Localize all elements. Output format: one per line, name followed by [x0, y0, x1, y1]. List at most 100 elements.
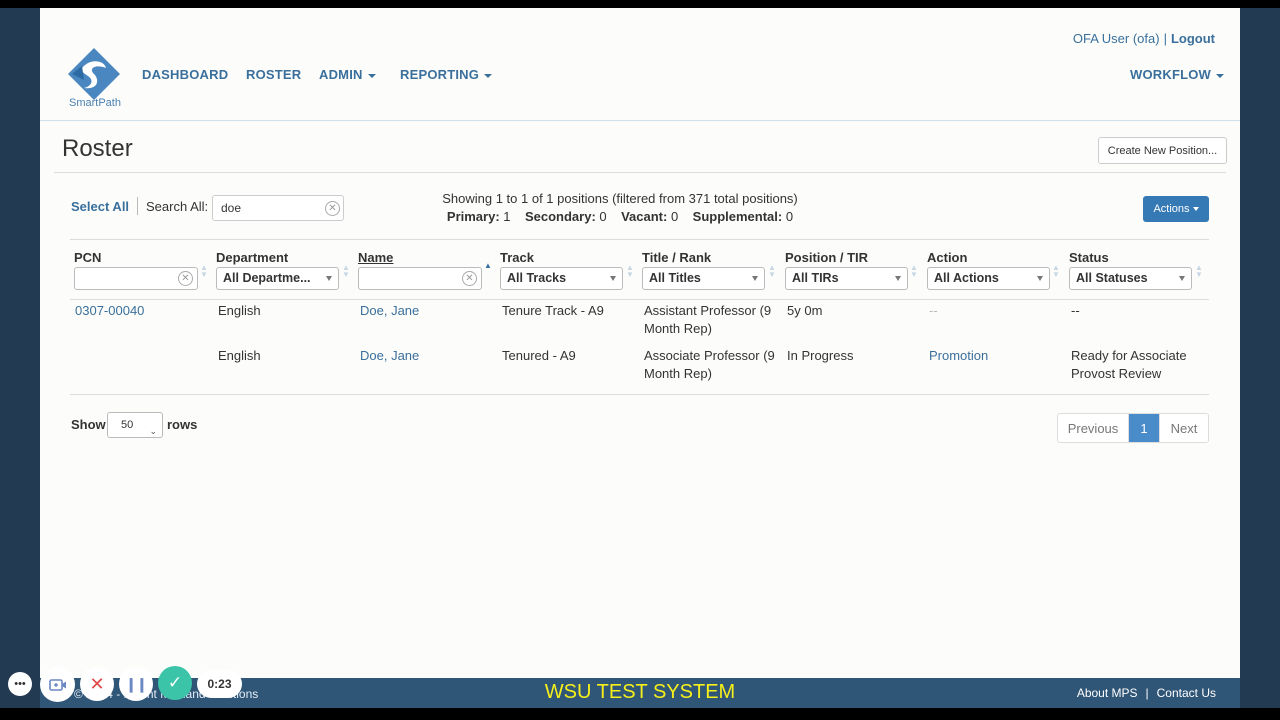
nav-workflow-label: WORKFLOW	[1130, 67, 1212, 82]
footer-separator: |	[1145, 686, 1149, 700]
logout-link[interactable]: Logout	[1171, 31, 1215, 46]
chevron-down-icon	[367, 73, 376, 78]
recorder-menu-icon[interactable]: •••	[8, 672, 32, 696]
dropdown-arrow-icon	[1037, 276, 1043, 281]
rows-per-page-select[interactable]: 50 ⌄	[107, 412, 163, 438]
supplemental-count: 0	[785, 209, 794, 224]
actions-button[interactable]: Actions	[1143, 196, 1209, 222]
rows-label: rows	[167, 417, 198, 432]
department-filter-select[interactable]: All Departme...	[216, 267, 339, 290]
name-link[interactable]: Doe, Jane	[360, 347, 419, 365]
pagination: Previous 1 Next	[1057, 413, 1209, 443]
status-filter-value: All Statuses	[1076, 271, 1148, 285]
chevron-down-icon: ⌄	[149, 426, 157, 436]
sort-ascending-icon[interactable]: ▲	[484, 262, 492, 270]
page-1-button[interactable]: 1	[1129, 414, 1159, 442]
clear-search-icon[interactable]: ✕	[325, 201, 340, 216]
dropdown-arrow-icon	[1179, 276, 1185, 281]
sort-icon[interactable]: ▲ ▼	[342, 264, 350, 279]
vacant-label: Vacant:	[621, 209, 668, 224]
showing-info: Showing 1 to 1 of 1 positions (filtered …	[442, 191, 798, 206]
nav-dashboard[interactable]: DASHBOARD	[142, 67, 228, 82]
show-label: Show	[71, 417, 106, 432]
clear-pcn-filter-icon[interactable]: ✕	[178, 271, 193, 286]
app-page: SmartPath DASHBOARD ROSTER ADMIN REPORTI…	[40, 8, 1240, 678]
title-cell-line1: Assistant Professor (9	[644, 303, 772, 318]
title-divider	[54, 172, 1226, 173]
chevron-down-icon	[1192, 207, 1199, 211]
user-bar: OFA User (ofa) | Logout	[1073, 31, 1215, 46]
status-cell-line1: Ready for Associate	[1071, 348, 1187, 363]
camera-icon[interactable]	[40, 667, 75, 702]
next-page-button[interactable]: Next	[1159, 414, 1208, 442]
secondary-label: Secondary:	[524, 209, 596, 224]
pcn-link[interactable]: 0307-00040	[75, 302, 144, 320]
department-cell: English	[218, 303, 261, 318]
title-filter-value: All Titles	[649, 271, 701, 285]
dropdown-arrow-icon	[610, 276, 616, 281]
position-counts: Primary: 1 Secondary: 0 Vacant: 0 Supple…	[420, 209, 820, 224]
nav-roster[interactable]: ROSTER	[246, 67, 301, 82]
secondary-count: 0	[599, 209, 607, 224]
chevron-down-icon	[484, 73, 493, 78]
bottom-black-bar	[0, 708, 1280, 720]
column-header-position-tir[interactable]: Position / TIR	[785, 250, 868, 265]
column-header-name[interactable]: Name	[358, 250, 393, 265]
logo-text: SmartPath	[69, 97, 121, 109]
action-filter-value: All Actions	[934, 271, 999, 285]
track-filter-select[interactable]: All Tracks	[500, 267, 623, 290]
title-filter-select[interactable]: All Titles	[642, 267, 765, 290]
column-header-pcn[interactable]: PCN	[74, 250, 101, 265]
sort-icon[interactable]: ▲ ▼	[910, 264, 918, 279]
top-black-bar	[0, 0, 1280, 8]
column-header-department[interactable]: Department	[216, 250, 288, 265]
user-separator: |	[1163, 31, 1167, 46]
column-header-status[interactable]: Status	[1069, 250, 1109, 265]
chevron-down-icon	[1216, 73, 1225, 78]
nav-admin[interactable]: ADMIN	[319, 67, 376, 82]
nav-admin-label: ADMIN	[319, 67, 363, 82]
previous-page-button[interactable]: Previous	[1058, 414, 1129, 442]
user-name[interactable]: OFA User (ofa)	[1073, 31, 1160, 46]
nav-reporting[interactable]: REPORTING	[400, 67, 493, 82]
department-cell: English	[218, 348, 261, 363]
sort-icon[interactable]: ▲ ▼	[1052, 264, 1060, 279]
sort-icon[interactable]: ▲ ▼	[200, 264, 208, 279]
track-cell: Tenured - A9	[502, 348, 576, 363]
page-title: Roster	[62, 135, 133, 162]
sort-icon[interactable]: ▲ ▼	[1195, 264, 1203, 279]
status-filter-select[interactable]: All Statuses	[1069, 267, 1192, 290]
column-header-title-rank[interactable]: Title / Rank	[642, 250, 711, 265]
tir-cell: 5y 0m	[787, 303, 823, 318]
clear-name-filter-icon[interactable]: ✕	[462, 271, 477, 286]
tir-filter-select[interactable]: All TIRs	[785, 267, 908, 290]
rows-per-page-value: 50	[121, 419, 134, 431]
promotion-action-link[interactable]: Promotion	[929, 347, 988, 365]
finish-recording-icon[interactable]: ✓	[158, 666, 192, 700]
action-filter-select[interactable]: All Actions	[927, 267, 1050, 290]
table-top-divider	[70, 239, 1209, 240]
column-header-action[interactable]: Action	[927, 250, 967, 265]
recording-timer: 0:23	[197, 670, 242, 698]
cancel-recording-icon[interactable]: ✕	[80, 667, 114, 701]
tir-cell: In Progress	[787, 348, 854, 363]
sort-icon[interactable]: ▲ ▼	[768, 264, 776, 279]
tir-filter-value: All TIRs	[792, 271, 839, 285]
header-row-divider	[70, 299, 1209, 300]
status-cell-line1: --	[1071, 303, 1080, 318]
select-all-link[interactable]: Select All	[71, 199, 129, 214]
about-link[interactable]: About MPS	[1077, 686, 1138, 700]
footer-links: About MPS | Contact Us	[1077, 686, 1216, 700]
nav-workflow[interactable]: WORKFLOW	[1130, 67, 1225, 82]
pause-recording-icon[interactable]: ❙❙	[119, 667, 153, 701]
create-position-button[interactable]: Create New Position...	[1098, 137, 1227, 164]
contact-link[interactable]: Contact Us	[1157, 686, 1216, 700]
title-cell-line2: Month Rep)	[644, 366, 712, 381]
name-link[interactable]: Doe, Jane	[360, 302, 419, 320]
search-label: Search All:	[146, 199, 209, 214]
nav-reporting-label: REPORTING	[400, 67, 480, 82]
sort-icon[interactable]: ▲ ▼	[626, 264, 634, 279]
column-header-track[interactable]: Track	[500, 250, 534, 265]
dropdown-arrow-icon	[752, 276, 758, 281]
supplemental-label: Supplemental:	[692, 209, 783, 224]
